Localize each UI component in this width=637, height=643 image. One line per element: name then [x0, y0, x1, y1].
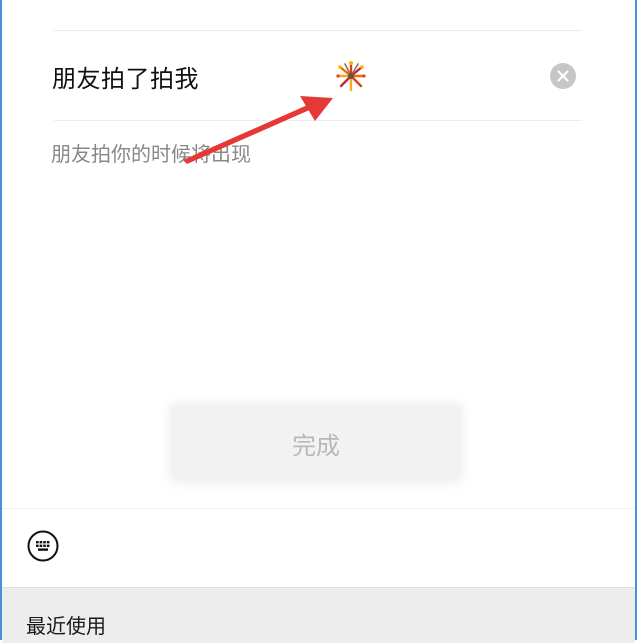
- bottom-divider: [2, 508, 635, 509]
- pat-text-input[interactable]: 朋友拍了拍我: [52, 59, 199, 94]
- recent-used-tab[interactable]: 最近使用: [26, 610, 106, 639]
- clear-text-button[interactable]: [550, 63, 576, 89]
- close-circle-icon: [557, 70, 569, 82]
- recent-emoji-panel: 最近使用: [2, 587, 635, 643]
- hint-text: 朋友拍你的时候将出现: [51, 142, 251, 166]
- done-button[interactable]: 完成: [171, 405, 461, 481]
- fireworks-emoji-icon: [336, 61, 366, 92]
- keyboard-icon[interactable]: [27, 530, 59, 562]
- pat-text-input-row[interactable]: 朋友拍了拍我: [52, 31, 582, 121]
